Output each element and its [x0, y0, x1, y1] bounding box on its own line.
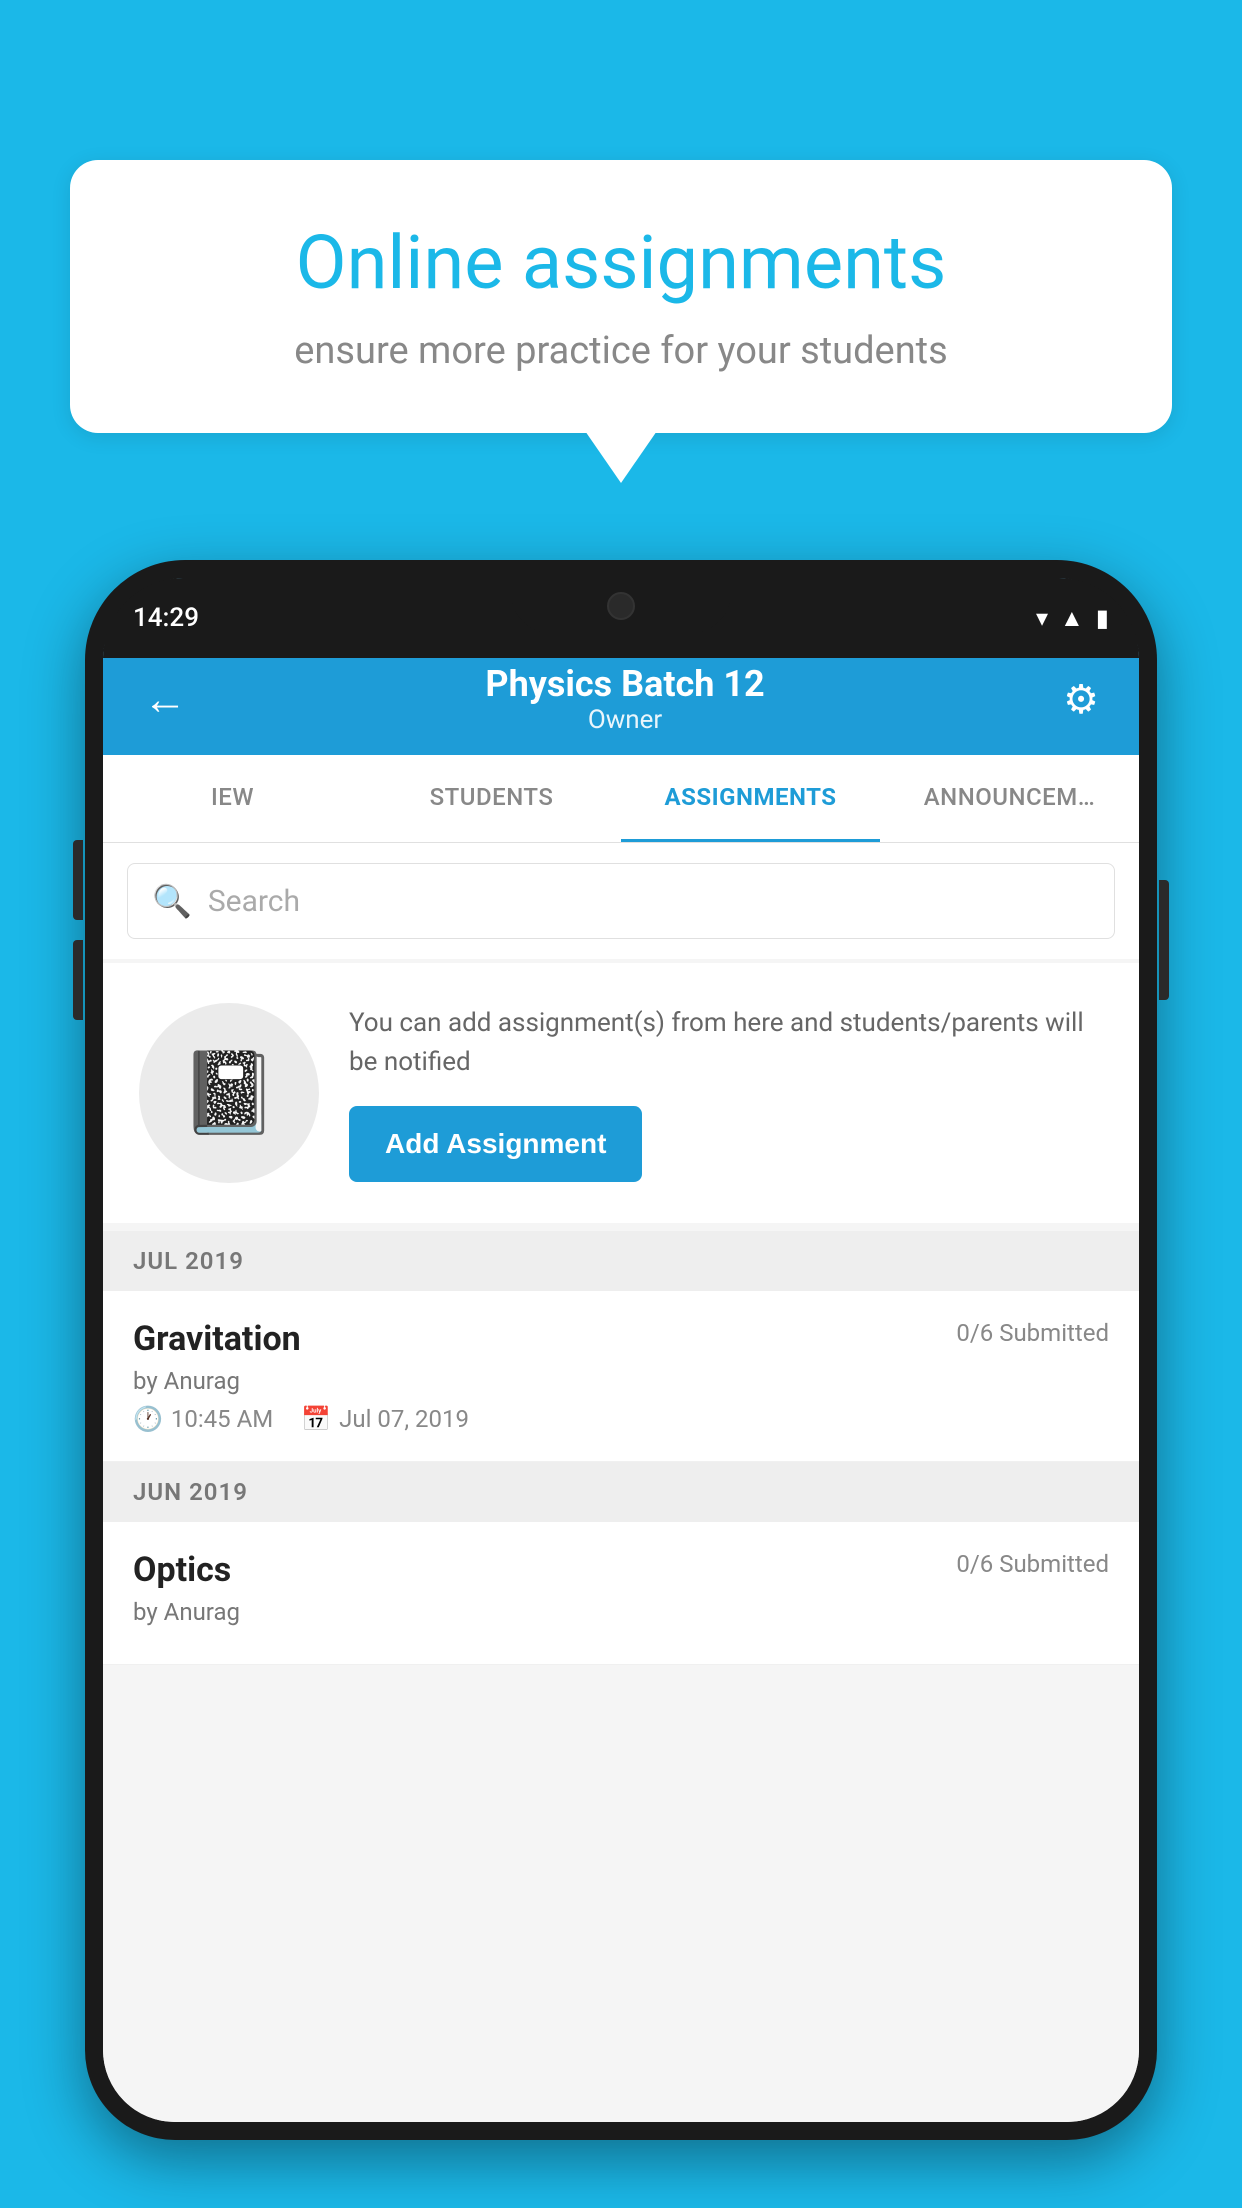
phone-container: 14:29 ▾ ▲ ▮ ← Physics Batch 12 Owner ⚙ — [85, 560, 1157, 2208]
back-button[interactable]: ← — [143, 673, 187, 725]
tab-assignments[interactable]: ASSIGNMENTS — [621, 755, 880, 842]
power-button[interactable] — [1159, 880, 1169, 1000]
content-area: 🔍 Search 📓 You can add assignment(s) fro… — [103, 843, 1139, 2122]
clock-icon: 🕐 — [133, 1405, 163, 1433]
speech-bubble: Online assignments ensure more practice … — [70, 160, 1172, 433]
assignment-name-optics: Optics — [133, 1550, 231, 1590]
assignment-date-meta: 📅 Jul 07, 2019 — [301, 1405, 469, 1433]
volume-up-button[interactable] — [73, 840, 83, 920]
header-center: Physics Batch 12 Owner — [485, 663, 764, 735]
tab-overview[interactable]: IEW — [103, 755, 362, 842]
assignment-item-optics[interactable]: Optics 0/6 Submitted by Anurag — [103, 1522, 1139, 1665]
bubble-title: Online assignments — [150, 220, 1092, 309]
assignment-icon-circle: 📓 — [139, 1003, 319, 1183]
tab-students[interactable]: STUDENTS — [362, 755, 621, 842]
battery-icon: ▮ — [1096, 604, 1109, 632]
batch-title: Physics Batch 12 — [485, 663, 764, 705]
search-placeholder: Search — [208, 884, 300, 919]
assignment-info: You can add assignment(s) from here and … — [349, 1004, 1103, 1182]
assignment-item-header: Gravitation 0/6 Submitted — [133, 1319, 1109, 1359]
assignment-description: You can add assignment(s) from here and … — [349, 1004, 1103, 1082]
settings-icon[interactable]: ⚙ — [1063, 676, 1099, 723]
batch-subtitle: Owner — [485, 705, 764, 735]
section-header-jun: JUN 2019 — [103, 1462, 1139, 1522]
tab-announcements[interactable]: ANNOUNCEM… — [880, 755, 1139, 842]
status-icons: ▾ ▲ ▮ — [1036, 604, 1109, 633]
speech-bubble-container: Online assignments ensure more practice … — [70, 160, 1172, 433]
search-bar[interactable]: 🔍 Search — [127, 863, 1115, 939]
section-header-jul: JUL 2019 — [103, 1231, 1139, 1291]
assignment-submitted-optics: 0/6 Submitted — [956, 1550, 1109, 1578]
assignment-time: 10:45 AM — [171, 1405, 273, 1433]
assignment-submitted: 0/6 Submitted — [956, 1319, 1109, 1347]
assignment-date: Jul 07, 2019 — [339, 1405, 469, 1433]
assignment-time-meta: 🕐 10:45 AM — [133, 1405, 273, 1433]
phone-screen: ← Physics Batch 12 Owner ⚙ IEW STUDENTS … — [103, 578, 1139, 2122]
camera — [607, 592, 635, 620]
assignment-meta: 🕐 10:45 AM 📅 Jul 07, 2019 — [133, 1405, 1109, 1433]
wifi-icon: ▾ — [1036, 604, 1048, 632]
phone-outer: 14:29 ▾ ▲ ▮ ← Physics Batch 12 Owner ⚙ — [85, 560, 1157, 2140]
add-assignment-button[interactable]: Add Assignment — [349, 1106, 642, 1182]
notch — [511, 578, 731, 633]
assignment-author-optics: by Anurag — [133, 1598, 1109, 1626]
status-bar: 14:29 ▾ ▲ ▮ — [103, 578, 1139, 658]
assignment-author: by Anurag — [133, 1367, 1109, 1395]
tabs-bar: IEW STUDENTS ASSIGNMENTS ANNOUNCEM… — [103, 755, 1139, 843]
assignment-name: Gravitation — [133, 1319, 301, 1359]
notebook-icon: 📓 — [179, 1046, 279, 1140]
search-bar-container: 🔍 Search — [103, 843, 1139, 959]
bubble-subtitle: ensure more practice for your students — [150, 329, 1092, 373]
status-time: 14:29 — [133, 603, 199, 633]
assignment-item-gravitation[interactable]: Gravitation 0/6 Submitted by Anurag 🕐 10… — [103, 1291, 1139, 1462]
add-assignment-section: 📓 You can add assignment(s) from here an… — [103, 963, 1139, 1223]
search-icon: 🔍 — [152, 882, 192, 920]
volume-down-button[interactable] — [73, 940, 83, 1020]
assignment-item-header-optics: Optics 0/6 Submitted — [133, 1550, 1109, 1590]
signal-icon: ▲ — [1060, 604, 1084, 633]
calendar-icon: 📅 — [301, 1405, 331, 1433]
